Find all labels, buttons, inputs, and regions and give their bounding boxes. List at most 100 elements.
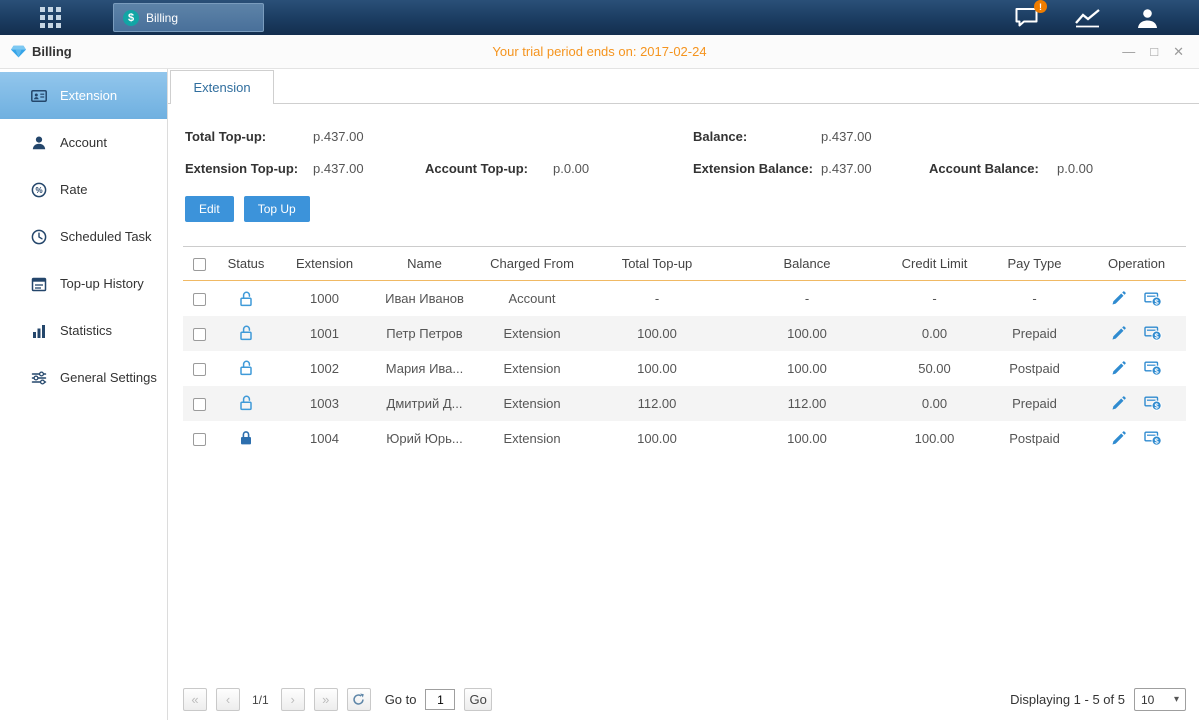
sidebar-item-extension[interactable]: Extension xyxy=(0,72,167,119)
table-body: 1000Иван ИвановAccount----$1001Петр Петр… xyxy=(183,281,1186,456)
edit-icon[interactable] xyxy=(1111,396,1126,411)
charged-from: Extension xyxy=(477,316,587,351)
sidebar-item-label: Rate xyxy=(60,182,87,197)
select-all-checkbox[interactable] xyxy=(193,258,206,271)
edit-icon[interactable] xyxy=(1111,326,1126,341)
balance: 100.00 xyxy=(727,351,887,386)
edit-icon[interactable] xyxy=(1111,291,1126,306)
edit-icon[interactable] xyxy=(1111,431,1126,446)
summary-label: Balance: xyxy=(693,129,821,144)
lock-closed-icon[interactable] xyxy=(239,430,253,446)
sidebar-item-account[interactable]: Account xyxy=(0,119,167,166)
column-header: Charged From xyxy=(477,247,587,281)
sidebar-item-top-up-history[interactable]: Top-up History xyxy=(0,260,167,307)
summary-cell xyxy=(929,129,1186,144)
notifications-icon[interactable]: ! xyxy=(1014,7,1039,28)
summary-label: Extension Balance: xyxy=(693,161,821,176)
row-checkbox[interactable] xyxy=(193,433,206,446)
credit-limit: 100.00 xyxy=(887,421,982,456)
charged-from: Extension xyxy=(477,386,587,421)
pagination-bar: « ‹ 1/1 › » Go to Go Displaying 1 - 5 of… xyxy=(183,688,1186,711)
extension-name: Иван Иванов xyxy=(372,281,477,316)
next-page-button[interactable]: › xyxy=(281,688,305,711)
row-checkbox[interactable] xyxy=(193,363,206,376)
total-topup: 100.00 xyxy=(587,316,727,351)
tab-extension[interactable]: Extension xyxy=(170,70,274,104)
column-header: Operation xyxy=(1087,247,1186,281)
sidebar-item-label: Account xyxy=(60,135,107,150)
prev-page-button[interactable]: ‹ xyxy=(216,688,240,711)
extensions-table: StatusExtensionNameCharged FromTotal Top… xyxy=(183,246,1186,456)
page-size-select[interactable]: 10 ▾ xyxy=(1134,688,1186,711)
extension-name: Мария Ива... xyxy=(372,351,477,386)
caret-down-icon: ▾ xyxy=(1174,694,1179,705)
app-grid-icon[interactable] xyxy=(40,7,61,28)
total-topup: 100.00 xyxy=(587,421,727,456)
sidebar-item-label: Statistics xyxy=(60,323,112,338)
column-header: Balance xyxy=(727,247,887,281)
page-info: 1/1 xyxy=(252,693,269,707)
top-up-button[interactable]: Top Up xyxy=(244,196,310,222)
row-checkbox[interactable] xyxy=(193,293,206,306)
table-row: 1000Иван ИвановAccount----$ xyxy=(183,281,1186,316)
sidebar-item-scheduled-task[interactable]: Scheduled Task xyxy=(0,213,167,260)
lock-open-icon[interactable] xyxy=(239,395,253,411)
sidebar-item-label: Extension xyxy=(60,88,117,103)
summary-cell: Extension Top-up:p.437.00 xyxy=(185,161,425,176)
go-button[interactable]: Go xyxy=(464,688,491,711)
maximize-button[interactable]: □ xyxy=(1150,45,1158,58)
column-header: Status xyxy=(215,247,277,281)
column-header: Extension xyxy=(277,247,372,281)
row-checkbox[interactable] xyxy=(193,398,206,411)
first-page-button[interactable]: « xyxy=(183,688,207,711)
sidebar-item-statistics[interactable]: Statistics xyxy=(0,307,167,354)
last-page-button[interactable]: » xyxy=(314,688,338,711)
topup-icon[interactable]: $ xyxy=(1144,291,1162,307)
refresh-button[interactable] xyxy=(347,688,371,711)
extension-number: 1004 xyxy=(277,421,372,456)
displaying-text: Displaying 1 - 5 of 5 xyxy=(1010,692,1125,707)
column-header: Pay Type xyxy=(982,247,1087,281)
statistics-chart-icon[interactable] xyxy=(1074,7,1101,28)
topup-icon[interactable]: $ xyxy=(1144,395,1162,411)
sidebar-item-rate[interactable]: % Rate xyxy=(0,166,167,213)
summary-value: p.0.00 xyxy=(1057,161,1093,176)
total-topup: 100.00 xyxy=(587,351,727,386)
billing-app-tab[interactable]: $ Billing xyxy=(113,3,264,32)
credit-limit: 50.00 xyxy=(887,351,982,386)
charged-from: Extension xyxy=(477,421,587,456)
summary-label: Extension Top-up: xyxy=(185,161,313,176)
scheduled-task-icon xyxy=(31,229,47,245)
topup-icon[interactable]: $ xyxy=(1144,360,1162,376)
goto-page-input[interactable] xyxy=(425,689,455,710)
extension-name: Юрий Юрь... xyxy=(372,421,477,456)
column-header: Credit Limit xyxy=(887,247,982,281)
lock-open-icon[interactable] xyxy=(239,360,253,376)
window-titlebar: Billing Your trial period ends on: 2017-… xyxy=(0,35,1199,69)
main-panel: Extension Total Top-up:p.437.00Balance:p… xyxy=(168,69,1199,720)
billing-dollar-icon: $ xyxy=(123,10,139,26)
close-button[interactable]: ✕ xyxy=(1173,45,1184,58)
topup-icon[interactable]: $ xyxy=(1144,325,1162,341)
lock-open-icon[interactable] xyxy=(239,325,253,341)
lock-open-icon[interactable] xyxy=(239,291,253,307)
minimize-button[interactable]: — xyxy=(1122,45,1135,58)
svg-text:%: % xyxy=(35,186,42,195)
edit-icon[interactable] xyxy=(1111,361,1126,376)
general-settings-icon xyxy=(31,370,47,386)
balance-summary: Total Top-up:p.437.00Balance:p.437.00Ext… xyxy=(185,129,1186,176)
trial-notice: Your trial period ends on: 2017-02-24 xyxy=(0,44,1199,59)
summary-cell: Balance:p.437.00 xyxy=(693,129,929,144)
summary-cell xyxy=(425,129,693,144)
user-account-icon[interactable] xyxy=(1136,7,1159,29)
summary-label: Total Top-up: xyxy=(185,129,313,144)
statistics-icon xyxy=(31,323,47,339)
credit-limit: - xyxy=(887,281,982,316)
extension-name: Дмитрий Д... xyxy=(372,386,477,421)
topup-icon[interactable]: $ xyxy=(1144,430,1162,446)
balance: 100.00 xyxy=(727,316,887,351)
pagination-controls: « ‹ 1/1 › » Go to Go xyxy=(183,688,492,711)
row-checkbox[interactable] xyxy=(193,328,206,341)
sidebar-item-general-settings[interactable]: General Settings xyxy=(0,354,167,401)
edit-button[interactable]: Edit xyxy=(185,196,234,222)
